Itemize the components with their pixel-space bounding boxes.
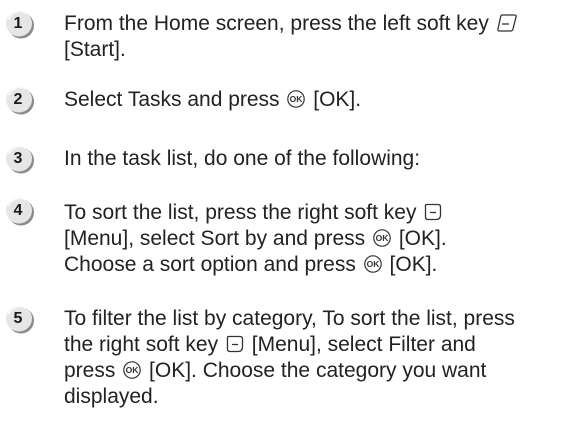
- step-list: 1 From the Home screen, press the left s…: [0, 0, 583, 438]
- step-number: 3: [13, 150, 23, 167]
- step-number-badge: 2: [4, 85, 36, 117]
- step-text-line: To sort the list, press the right soft k…: [64, 200, 579, 226]
- svg-text:OK: OK: [376, 233, 390, 243]
- step-text-line: In the task list, do one of the followin…: [64, 147, 421, 170]
- left-soft-key-icon: [496, 13, 518, 40]
- step-text-line: press OK [OK]. Choose the category you w…: [64, 358, 579, 384]
- step-number-badge: 3: [4, 144, 36, 176]
- ok-key-icon: OK: [372, 228, 392, 255]
- step-text: From the Home screen, press the left sof…: [64, 11, 579, 63]
- step-number-badge: 4: [4, 196, 36, 228]
- step-text-line: From the Home screen, press the left sof…: [64, 11, 579, 37]
- step-text: To filter the list by category, To sort …: [64, 306, 579, 410]
- step-text-line: Select Tasks and press OK [OK].: [64, 87, 579, 113]
- ok-key-icon: OK: [286, 89, 306, 116]
- step-number: 1: [13, 15, 23, 32]
- right-soft-key-icon: [225, 334, 245, 361]
- svg-text:OK: OK: [126, 365, 140, 375]
- step-number: 4: [13, 202, 23, 219]
- step-text-line: To filter the list by category, To sort …: [64, 307, 515, 330]
- step-text: Select Tasks and press OK [OK].: [64, 87, 579, 113]
- step-text: To sort the list, press the right soft k…: [64, 200, 579, 278]
- step-text-line: Choose a sort option and press OK [OK].: [64, 252, 579, 278]
- step-number-badge: 5: [4, 304, 36, 336]
- step-number: 5: [13, 310, 23, 327]
- svg-text:OK: OK: [290, 94, 304, 104]
- step-text-line: [Menu], select Sort by and press OK [OK]…: [64, 226, 579, 252]
- step-text-line: [Start].: [64, 38, 126, 61]
- ok-key-icon: OK: [122, 360, 142, 387]
- step-number-badge: 1: [4, 9, 36, 41]
- right-soft-key-icon: [423, 202, 443, 229]
- svg-text:OK: OK: [366, 259, 380, 269]
- step-text-line: the right soft key [Menu], select Filter…: [64, 332, 579, 358]
- ok-key-icon: OK: [363, 254, 383, 281]
- step-text: In the task list, do one of the followin…: [64, 146, 579, 172]
- step-text-line: displayed.: [64, 385, 159, 408]
- step-number: 2: [13, 91, 23, 108]
